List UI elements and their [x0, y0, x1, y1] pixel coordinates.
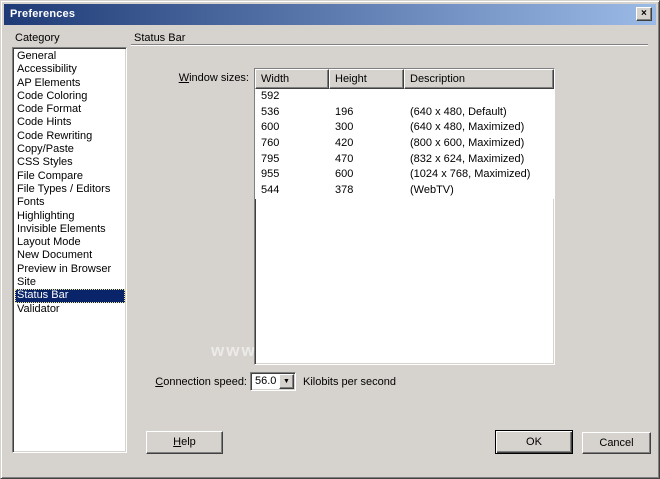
table-row[interactable]: 760420(800 x 600, Maximized) [255, 136, 554, 152]
table-header-row: Width Height Description [255, 69, 554, 89]
table-row[interactable]: 600300(640 x 480, Maximized) [255, 120, 554, 136]
column-header-height[interactable]: Height [329, 69, 404, 89]
window-sizes-label: Window sizes: [151, 72, 249, 84]
cancel-button[interactable]: Cancel [582, 432, 651, 454]
sidebar-item-code-hints[interactable]: Code Hints [15, 116, 125, 129]
sidebar-item-invisible-elements[interactable]: Invisible Elements [15, 223, 125, 236]
table-row[interactable]: 536196(640 x 480, Default) [255, 105, 554, 121]
table-cell-height: 378 [329, 183, 404, 199]
sidebar-item-preview-in-browser[interactable]: Preview in Browser [15, 263, 125, 276]
table-row[interactable]: 592 [255, 89, 554, 105]
watermark: www [211, 341, 257, 361]
table-cell-height: 196 [329, 105, 404, 121]
table-body: 592536196(640 x 480, Default)600300(640 … [255, 89, 554, 199]
connection-speed-unit: Kilobits per second [303, 376, 396, 388]
table-cell-height: 300 [329, 120, 404, 136]
connection-speed-select[interactable]: 56.0 ▼ [250, 372, 296, 391]
sidebar-item-new-document[interactable]: New Document [15, 249, 125, 262]
sidebar-item-site[interactable]: Site [15, 276, 125, 289]
table-cell-width: 544 [255, 183, 329, 199]
sidebar-item-code-coloring[interactable]: Code Coloring [15, 90, 125, 103]
table-cell-description: (WebTV) [404, 183, 554, 199]
sidebar-item-status-bar[interactable]: Status Bar [15, 289, 125, 302]
table-row[interactable]: 795470(832 x 624, Maximized) [255, 152, 554, 168]
table-cell-width: 795 [255, 152, 329, 168]
window-title: Preferences [10, 8, 75, 20]
connection-speed-value: 56.0 [255, 374, 276, 389]
sidebar-item-code-format[interactable]: Code Format [15, 103, 125, 116]
table-cell-description: (832 x 624, Maximized) [404, 152, 554, 168]
page-title: Status Bar [134, 32, 185, 44]
sidebar-item-ap-elements[interactable]: AP Elements [15, 77, 125, 90]
window-sizes-label-rest: indow sizes: [189, 72, 249, 84]
table-cell-height: 420 [329, 136, 404, 152]
sidebar-item-highlighting[interactable]: Highlighting [15, 210, 125, 223]
sidebar-item-file-types-editors[interactable]: File Types / Editors [15, 183, 125, 196]
preferences-dialog: Preferences × Category GeneralAccessibil… [0, 0, 660, 479]
table-cell-width: 600 [255, 120, 329, 136]
sidebar-item-accessibility[interactable]: Accessibility [15, 63, 125, 76]
table-cell-description: (1024 x 768, Maximized) [404, 167, 554, 183]
window-sizes-label-mnemonic: W [179, 72, 189, 84]
sidebar-item-general[interactable]: General [15, 50, 125, 63]
connection-speed-label-rest: onnection speed: [163, 376, 247, 388]
table-row[interactable]: 955600(1024 x 768, Maximized) [255, 167, 554, 183]
title-bar[interactable]: Preferences × [4, 4, 656, 25]
sidebar-item-layout-mode[interactable]: Layout Mode [15, 236, 125, 249]
sidebar-item-validator[interactable]: Validator [15, 303, 125, 316]
sidebar-item-file-compare[interactable]: File Compare [15, 170, 125, 183]
sidebar-item-code-rewriting[interactable]: Code Rewriting [15, 130, 125, 143]
sidebar-item-css-styles[interactable]: CSS Styles [15, 156, 125, 169]
sidebar-item-copy-paste[interactable]: Copy/Paste [15, 143, 125, 156]
table-row[interactable]: 544378(WebTV) [255, 183, 554, 199]
table-cell-height: 600 [329, 167, 404, 183]
section-divider [131, 44, 648, 46]
sidebar-item-fonts[interactable]: Fonts [15, 196, 125, 209]
chevron-down-icon: ▼ [283, 378, 290, 385]
window-sizes-table[interactable]: Width Height Description 592536196(640 x… [254, 68, 555, 365]
table-cell-width: 955 [255, 167, 329, 183]
category-label: Category [15, 32, 60, 44]
close-button[interactable]: × [636, 7, 652, 21]
column-header-width[interactable]: Width [255, 69, 329, 89]
table-cell-height [329, 89, 404, 105]
table-cell-description: (640 x 480, Default) [404, 105, 554, 121]
table-cell-height: 470 [329, 152, 404, 168]
table-cell-width: 592 [255, 89, 329, 105]
help-button-rest: elp [181, 436, 196, 448]
close-icon: × [641, 8, 647, 19]
category-listbox[interactable]: GeneralAccessibilityAP ElementsCode Colo… [12, 47, 127, 453]
table-cell-width: 760 [255, 136, 329, 152]
dropdown-button[interactable]: ▼ [279, 374, 294, 389]
table-cell-description: (640 x 480, Maximized) [404, 120, 554, 136]
connection-speed-label: Connection speed: [151, 376, 247, 388]
help-button[interactable]: Help [146, 431, 223, 454]
table-cell-description [404, 89, 554, 105]
connection-speed-label-mnemonic: C [155, 376, 163, 388]
table-cell-width: 536 [255, 105, 329, 121]
help-button-mnemonic: H [173, 436, 181, 448]
table-cell-description: (800 x 600, Maximized) [404, 136, 554, 152]
column-header-description[interactable]: Description [404, 69, 554, 89]
ok-button[interactable]: OK [495, 430, 573, 454]
